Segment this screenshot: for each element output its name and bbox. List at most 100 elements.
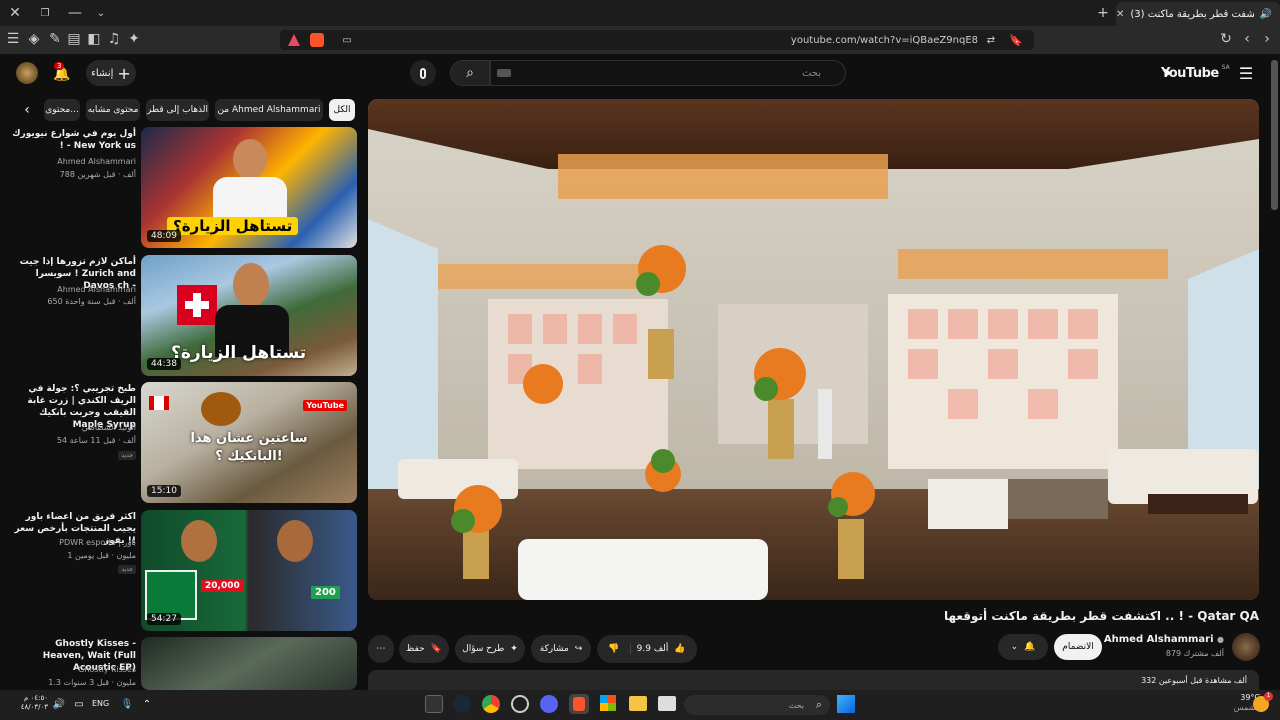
search-icon: ⌕ bbox=[466, 65, 474, 81]
video-thumbnail[interactable]: تستاهل الزيارة؟ 44:38 bbox=[141, 255, 357, 376]
chip-more[interactable]: محتوى... bbox=[44, 99, 80, 121]
taskbar-search[interactable]: بحث ⌕ bbox=[684, 695, 830, 715]
likes-count: 9.9 ألف bbox=[636, 644, 669, 654]
chrome-icon[interactable] bbox=[482, 695, 500, 713]
brave-taskbar-icon[interactable] bbox=[569, 694, 589, 714]
tab-list-icon[interactable]: ⌄ bbox=[94, 6, 108, 20]
shield-icon[interactable]: ◈ bbox=[27, 31, 41, 47]
channel-name[interactable]: PDWR esports | باور bbox=[59, 538, 136, 547]
channel-name[interactable]: Ahmed Alshammari bbox=[57, 285, 136, 294]
more-actions-button[interactable]: ⋯ bbox=[368, 635, 394, 663]
windows-start-icon[interactable] bbox=[837, 695, 855, 713]
new-tab-button[interactable]: + bbox=[1096, 5, 1110, 21]
youtube-logo[interactable]: YouTube SA bbox=[1158, 64, 1230, 82]
video-thumbnail[interactable] bbox=[141, 637, 357, 690]
description-box[interactable]: 332 ألف مشاهدة قبل أسبوعين bbox=[368, 670, 1259, 690]
region-label: SA bbox=[1221, 64, 1230, 71]
search-button[interactable]: ⌕ bbox=[450, 60, 490, 86]
video-thumbnail[interactable]: 20,000 200 54:27 bbox=[141, 510, 357, 631]
page-scrollbar[interactable] bbox=[1271, 60, 1278, 210]
brave-shields-icon[interactable] bbox=[310, 33, 324, 47]
site-settings-icon[interactable]: ⇄ bbox=[984, 33, 998, 47]
subscribe-dropdown-button[interactable]: ⌄ 🔔 bbox=[998, 634, 1048, 660]
mic-tray-icon[interactable]: 🎙 bbox=[120, 697, 134, 711]
verified-icon: ● bbox=[1217, 635, 1224, 644]
steam-icon[interactable] bbox=[453, 695, 471, 713]
chip-all[interactable]: الكل bbox=[329, 99, 355, 121]
account-avatar[interactable] bbox=[16, 62, 38, 84]
app-icon-1[interactable] bbox=[425, 695, 443, 713]
save-button[interactable]: حفظ 🔖 bbox=[399, 635, 449, 663]
network-icon[interactable]: ▭ bbox=[72, 697, 86, 711]
notifications-button[interactable]: 🔔 3 bbox=[52, 62, 72, 84]
back-icon[interactable]: › bbox=[1260, 31, 1274, 47]
notification-badge: 1 bbox=[1264, 692, 1273, 701]
video-duration: 15:10 bbox=[147, 485, 181, 497]
video-player[interactable] bbox=[368, 99, 1259, 600]
search-input[interactable]: بحث bbox=[490, 60, 846, 86]
video-title[interactable]: أول يوم في شوارع نيويورك ! - New York us bbox=[12, 128, 136, 152]
forward-icon[interactable]: ‹ bbox=[1240, 31, 1254, 47]
join-button[interactable]: الانضمام bbox=[1054, 634, 1102, 660]
chip-go-to-qatar[interactable]: الذهاب إلى قطر bbox=[146, 99, 209, 121]
video-meta: 650 ألف · قبل سنة واحدة bbox=[47, 297, 136, 306]
discord-icon[interactable] bbox=[540, 695, 558, 713]
obs-icon[interactable] bbox=[511, 695, 529, 713]
thumbnail-person bbox=[233, 263, 269, 307]
screen-icon[interactable]: ▭ bbox=[340, 33, 354, 47]
bookmark-icon[interactable]: 🔖 bbox=[1009, 33, 1023, 47]
chip-similar[interactable]: محتوى مشابه bbox=[86, 99, 140, 121]
dislike-button[interactable]: 👎 bbox=[608, 644, 631, 654]
video-meta: 1 مليون · قبل يومين bbox=[67, 551, 136, 560]
chevron-down-icon: ⌄ bbox=[1010, 642, 1019, 652]
new-badge: جديد bbox=[118, 565, 136, 574]
browser-tab[interactable]: ✕ (3) اكتشفت قطر بطريقة ماكنت 🔊 bbox=[1116, 2, 1280, 26]
channel-name[interactable]: Ghostly Kisses bbox=[78, 665, 136, 674]
voice-search-button[interactable] bbox=[410, 60, 436, 86]
restore-icon[interactable]: ❐ bbox=[38, 6, 52, 20]
tray-overflow-icon[interactable]: ⌃ bbox=[140, 697, 154, 711]
video-title-main: اكتشفت قطر بطريقة ماكنت أتوقعها .. ! - Q… bbox=[943, 609, 1259, 623]
puzzle-icon[interactable]: ✦ bbox=[127, 31, 141, 47]
wallet-icon[interactable]: ▤ bbox=[67, 31, 81, 47]
taskbar-clock[interactable]: ٠٤:٥٠ م ٤٨/٠٣/٠٣ bbox=[8, 694, 48, 712]
speaker-icon[interactable]: 🔊 bbox=[52, 697, 66, 711]
ask-button[interactable]: طرح سؤال ✦ bbox=[455, 635, 525, 663]
tab-close-icon[interactable]: ✕ bbox=[1116, 9, 1124, 20]
share-button[interactable]: مشاركة ↪ bbox=[531, 635, 591, 663]
price-tag: 20,000 bbox=[201, 580, 244, 592]
thumbnail-person-left bbox=[181, 520, 217, 562]
extensions-icon[interactable]: ✎ bbox=[48, 31, 62, 47]
channel-name[interactable]: Ahmed Alshammari bbox=[57, 157, 136, 166]
clock-date: ٤٨/٠٣/٠٣ bbox=[20, 703, 48, 711]
channel-name-main[interactable]: Ahmed Alshammari ● bbox=[1104, 634, 1224, 645]
menu-icon[interactable]: ☰ bbox=[6, 31, 20, 47]
like-dislike-group: 👎 9.9 ألف 👍 bbox=[597, 635, 697, 663]
chips-scroll-left-icon[interactable]: ‹ bbox=[18, 101, 36, 119]
music-icon[interactable]: ♫ bbox=[107, 31, 121, 47]
thumbnail-caption: ساعتين عشان هذا البانكيك ؟! bbox=[190, 431, 308, 464]
view-count: 332 ألف مشاهدة قبل أسبوعين bbox=[1141, 676, 1247, 685]
window-minimize-icon[interactable]: — bbox=[68, 5, 82, 21]
like-button[interactable]: 👍 bbox=[674, 644, 685, 654]
create-button[interactable]: إنشاء + bbox=[86, 60, 136, 86]
file-explorer-icon[interactable] bbox=[629, 696, 647, 711]
reload-icon[interactable]: ↻ bbox=[1219, 31, 1233, 47]
task-view-icon[interactable] bbox=[658, 696, 676, 711]
video-thumbnail[interactable]: YouTube ساعتين عشان هذا البانكيك ؟! 15:1… bbox=[141, 382, 357, 503]
tab-title: (3) اكتشفت قطر بطريقة ماكنت bbox=[1130, 8, 1254, 20]
chip-from-channel[interactable]: من Ahmed Alshammari bbox=[215, 99, 323, 121]
channel-name[interactable]: الوليد الشطاطي bbox=[82, 423, 136, 432]
store-icon[interactable] bbox=[600, 695, 616, 711]
guide-menu-icon[interactable]: ☰ bbox=[1236, 63, 1256, 83]
address-bar[interactable]: youtube.com/watch?v=iQBaeZ9nqE8 bbox=[280, 30, 1034, 50]
search-placeholder: بحث bbox=[801, 67, 821, 79]
video-thumbnail[interactable]: تستاهل الزيارة؟ 48:09 bbox=[141, 127, 357, 248]
minimize-icon[interactable]: ✕ bbox=[8, 5, 22, 21]
sidebar-icon[interactable]: ◧ bbox=[87, 31, 101, 47]
video-duration: 48:09 bbox=[147, 230, 181, 242]
keyboard-language[interactable]: ENG bbox=[92, 699, 109, 708]
keyboard-icon[interactable] bbox=[497, 69, 511, 77]
channel-avatar[interactable] bbox=[1232, 633, 1260, 661]
share-icon: ↪ bbox=[574, 644, 583, 654]
